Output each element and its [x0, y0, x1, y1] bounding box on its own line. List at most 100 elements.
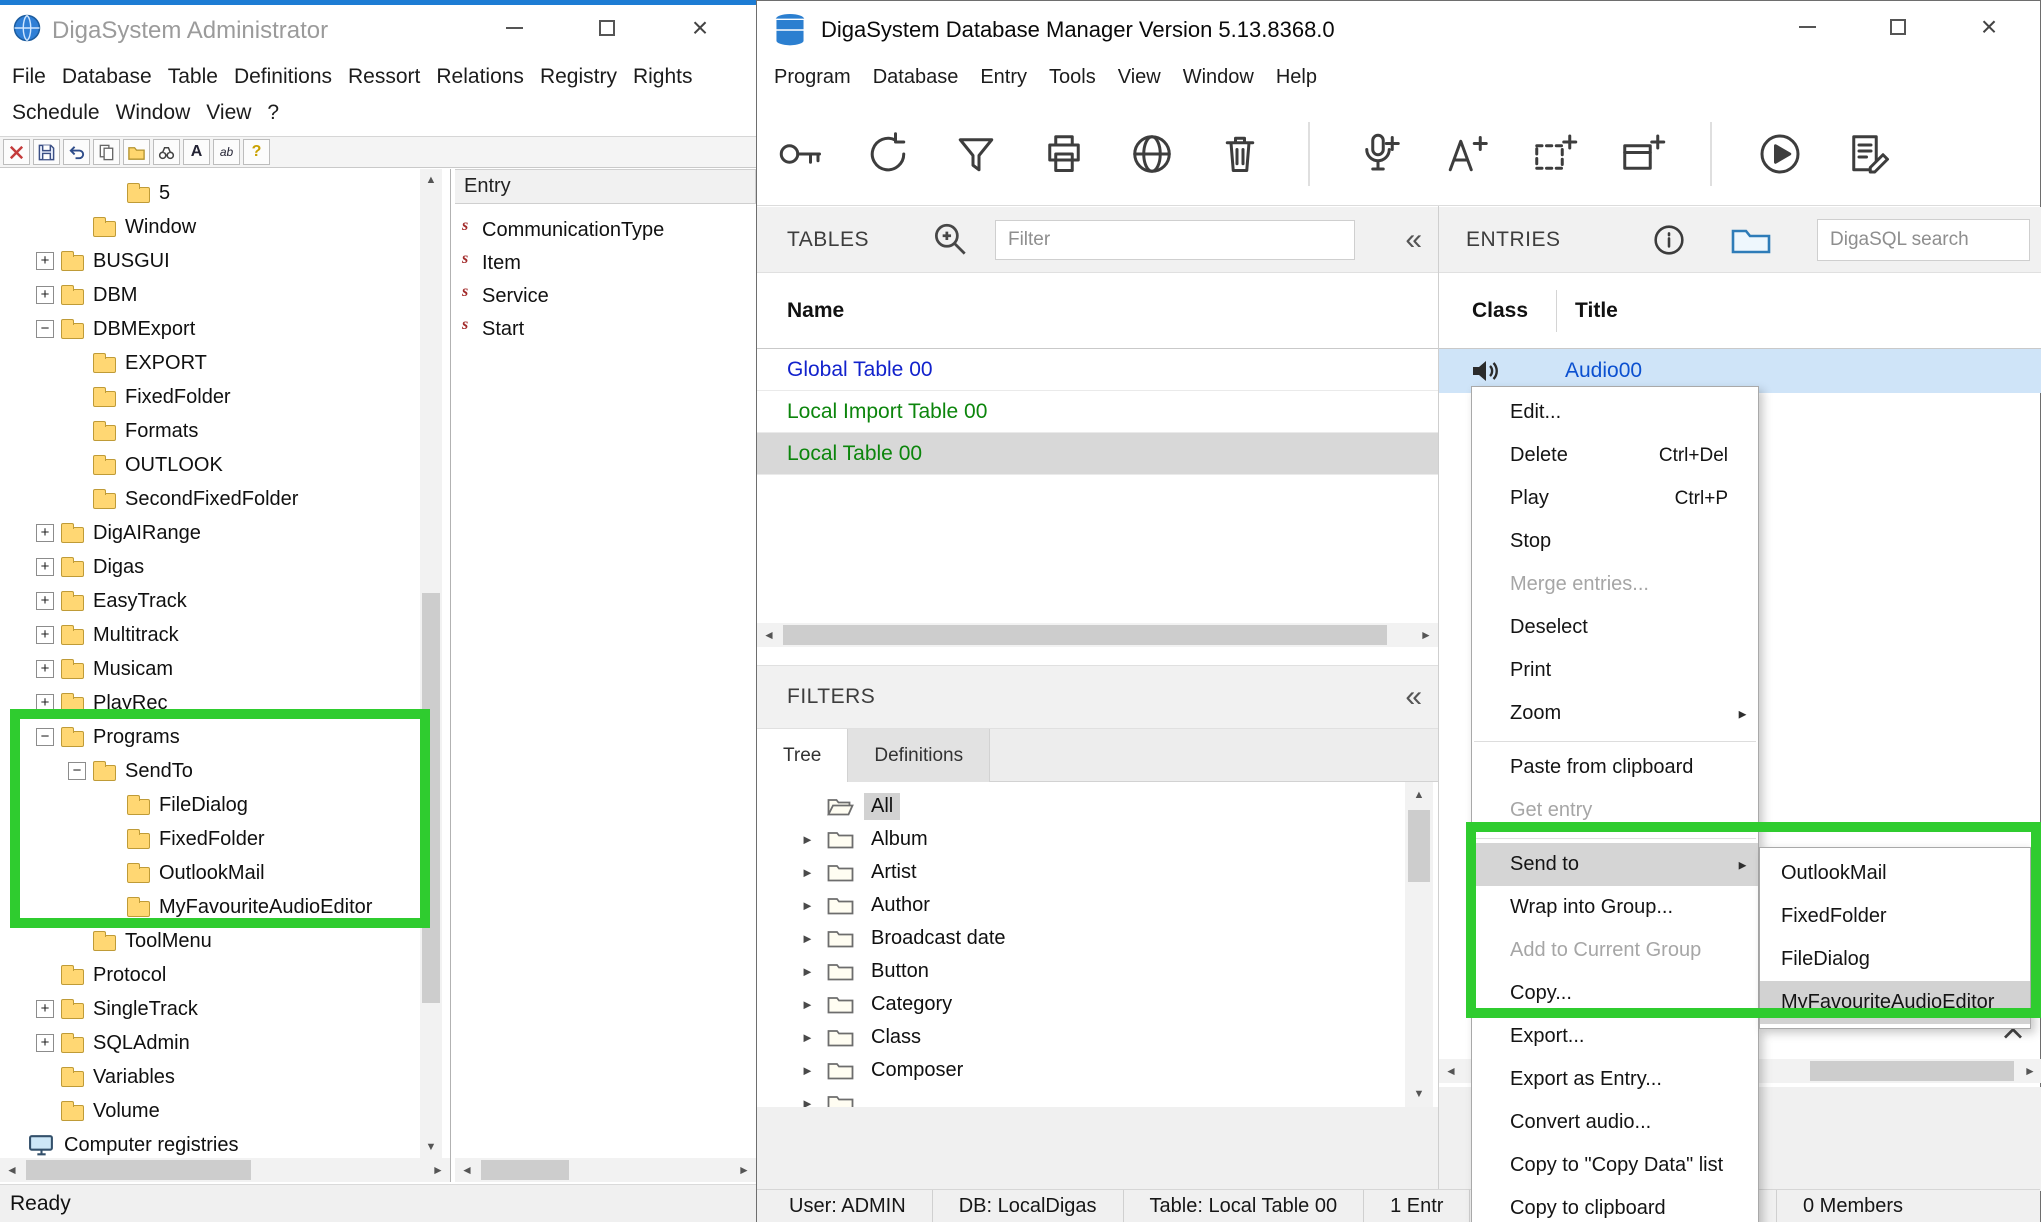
context-menu-item[interactable]: Play Ctrl+P [1472, 477, 1758, 520]
filter-tree-item[interactable]: Button [757, 955, 1405, 988]
context-menu-item[interactable]: Get entry [1472, 789, 1758, 832]
menu-item[interactable]: ? [259, 97, 287, 129]
tree-item[interactable]: ToolMenu [0, 924, 450, 958]
tree-item[interactable]: Programs [0, 720, 450, 754]
tree-item[interactable]: DigAIRange [0, 516, 450, 550]
menu-item[interactable]: Window [1172, 58, 1265, 97]
menu-item[interactable]: Window [108, 97, 199, 129]
tree-item[interactable]: FixedFolder [0, 380, 450, 414]
menu-item[interactable]: Entry [969, 58, 1038, 97]
scroll-left-icon[interactable] [0, 1158, 24, 1182]
context-menu-item[interactable]: Copy to "Copy Data" list [1472, 1144, 1758, 1187]
menu-item[interactable]: Database [54, 61, 160, 93]
tree-item[interactable]: Protocol [0, 958, 450, 992]
submenu-item[interactable]: FixedFolder [1760, 895, 2030, 938]
context-menu-item[interactable]: Deselect [1472, 606, 1758, 649]
filter-icon[interactable] [951, 126, 1001, 182]
scroll-up-icon[interactable] [420, 169, 442, 191]
entry-item[interactable]: Service [455, 280, 756, 313]
menu-item[interactable]: Rights [625, 61, 701, 93]
context-menu-item[interactable]: Export as Entry... [1472, 1058, 1758, 1101]
tree-expand-box[interactable] [36, 1000, 54, 1018]
menu-item[interactable]: File [4, 61, 54, 93]
menu-item[interactable]: Table [160, 61, 226, 93]
new-table-icon[interactable] [1617, 126, 1667, 182]
tree-item[interactable]: EasyTrack [0, 584, 450, 618]
tree-expand-box[interactable] [36, 558, 54, 576]
close-button[interactable]: × [678, 10, 722, 46]
context-menu-item[interactable]: Copy to clipboard [1472, 1187, 1758, 1222]
new-selection-icon[interactable] [1529, 126, 1579, 182]
tree-item[interactable]: SingleTrack [0, 992, 450, 1026]
table-filter-input[interactable]: Filter [995, 220, 1355, 260]
tree-expand-box[interactable] [36, 660, 54, 678]
refresh-icon[interactable] [863, 126, 913, 182]
filter-tree-item[interactable]: Broadcast date [757, 922, 1405, 955]
menu-item[interactable]: Ressort [340, 61, 428, 93]
scroll-right-icon[interactable] [2018, 1059, 2041, 1083]
context-menu-item[interactable]: Stop [1472, 520, 1758, 563]
scroll-right-icon[interactable] [426, 1158, 450, 1182]
tree-item[interactable]: SQLAdmin [0, 1026, 450, 1060]
minimize-button[interactable] [1785, 9, 1829, 45]
expand-arrow-icon[interactable] [801, 832, 827, 847]
copy-icon[interactable] [93, 139, 120, 165]
menu-item[interactable]: Help [1265, 58, 1328, 97]
scroll-right-icon[interactable] [732, 1158, 756, 1182]
rename-icon[interactable]: ab [213, 139, 240, 165]
menu-item[interactable]: Relations [428, 61, 532, 93]
filter-tree-item[interactable]: Author [757, 889, 1405, 922]
scroll-right-icon[interactable] [1414, 623, 1438, 647]
context-menu-item[interactable]: Delete Ctrl+Del [1472, 434, 1758, 477]
tree-item[interactable]: PlayRec [0, 686, 450, 720]
entry-item[interactable]: Start [455, 313, 756, 346]
tree-vertical-scrollbar[interactable] [420, 169, 442, 1158]
tree-expand-box[interactable] [36, 1034, 54, 1052]
entries-column-header[interactable]: Class Title [1439, 273, 2041, 349]
expand-arrow-icon[interactable] [801, 997, 827, 1012]
font-icon[interactable]: A [183, 139, 210, 165]
expand-arrow-icon[interactable] [801, 1030, 827, 1045]
context-menu-item[interactable]: Zoom [1472, 692, 1758, 735]
report-icon[interactable] [1843, 126, 1893, 182]
tree-horizontal-scrollbar[interactable] [0, 1158, 450, 1182]
delete-icon[interactable] [3, 139, 30, 165]
collapse-panel-button[interactable]: « [1405, 225, 1422, 255]
tree-item[interactable]: FileDialog [0, 788, 450, 822]
tree-expand-box[interactable] [36, 320, 54, 338]
scroll-left-icon[interactable] [455, 1158, 479, 1182]
maximize-button[interactable] [585, 10, 629, 46]
filter-tree-item[interactable]: Artist [757, 856, 1405, 889]
filter-tree-item[interactable] [757, 1087, 1405, 1107]
tree-item[interactable]: SendTo [0, 754, 450, 788]
tree-expand-box[interactable] [36, 286, 54, 304]
play-icon[interactable] [1755, 126, 1805, 182]
info-icon[interactable] [1653, 224, 1685, 256]
filter-tree-item[interactable]: Category [757, 988, 1405, 1021]
tree-item[interactable]: MyFavouriteAudioEditor [0, 890, 450, 924]
entry-horizontal-scrollbar[interactable] [455, 1158, 756, 1182]
tree-item[interactable]: OUTLOOK [0, 448, 450, 482]
context-menu-item[interactable]: Edit... [1472, 391, 1758, 434]
print-icon[interactable] [1039, 126, 1089, 182]
filters-tab[interactable]: Definitions [848, 729, 990, 782]
tree-item[interactable]: BUSGUI [0, 244, 450, 278]
table-search-icon[interactable] [929, 219, 971, 261]
expand-arrow-icon[interactable] [801, 964, 827, 979]
tree-expand-box[interactable] [36, 252, 54, 270]
undo-icon[interactable] [63, 139, 90, 165]
scroll-up-icon[interactable] [1405, 782, 1433, 808]
panel-splitter[interactable] [450, 169, 451, 1182]
scrollbar-thumb[interactable] [1408, 810, 1430, 882]
tables-column-header[interactable]: Name [757, 273, 1438, 349]
context-menu-item[interactable]: Paste from clipboard [1472, 746, 1758, 789]
scrollbar-thumb[interactable] [481, 1160, 569, 1180]
minimize-button[interactable] [492, 10, 536, 46]
save-icon[interactable] [33, 139, 60, 165]
menu-item[interactable]: Database [862, 58, 970, 97]
scroll-down-icon[interactable] [1405, 1081, 1433, 1107]
expand-arrow-icon[interactable] [801, 1096, 827, 1107]
filter-tree-item[interactable]: Composer [757, 1054, 1405, 1087]
new-audio-entry-icon[interactable] [1353, 126, 1403, 182]
table-row[interactable]: Local Import Table 00 [757, 391, 1438, 433]
